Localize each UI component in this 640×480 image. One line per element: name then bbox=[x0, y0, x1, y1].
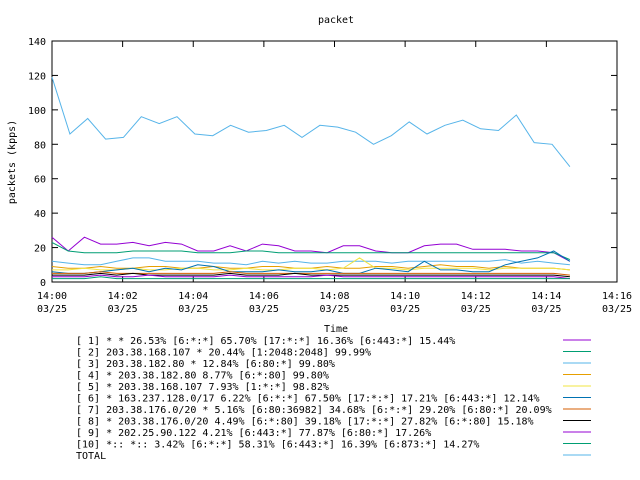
x-tick-label: 14:08 bbox=[319, 291, 349, 302]
legend-entry-label: [10] *:: *:: 3.42% [6:*:*] 58.31% [6:443… bbox=[76, 440, 479, 451]
x-tick-date-label: 03/25 bbox=[461, 304, 491, 315]
series-line-9 bbox=[52, 274, 570, 280]
legend-entry-label: TOTAL bbox=[76, 451, 106, 462]
legend-entry-label: [ 6] * 163.237.128.0/17 6.22% [6:*:*] 67… bbox=[76, 394, 540, 405]
legend-entry-label: [ 2] 203.38.168.107 * 20.44% [1:2048:204… bbox=[76, 348, 371, 359]
series-line-3 bbox=[51, 257, 570, 266]
x-tick-date-label: 03/25 bbox=[390, 304, 420, 315]
chart-title: packet bbox=[318, 15, 354, 26]
x-tick-date-label: 03/25 bbox=[531, 304, 561, 315]
x-tick-label: 14:16 bbox=[602, 291, 632, 302]
x-tick-date-label: 03/25 bbox=[319, 304, 349, 315]
x-tick-date-label: 03/25 bbox=[602, 304, 632, 315]
y-tick-label: 40 bbox=[34, 209, 46, 220]
y-tick-label: 20 bbox=[34, 244, 46, 255]
y-tick-label: 140 bbox=[28, 37, 46, 48]
legend: [ 1] * * 26.53% [6:*:*] 65.70% [17:*:*] … bbox=[76, 336, 591, 462]
x-tick-label: 14:06 bbox=[249, 291, 279, 302]
plot-frame bbox=[51, 40, 618, 283]
legend-entry-label: [ 5] * 203.38.168.107 7.93% [1:*:*] 98.8… bbox=[76, 382, 329, 393]
legend-entry-label: [ 8] * 203.38.176.0/20 4.49% [6:*:80] 39… bbox=[76, 417, 534, 428]
x-tick-label: 14:14 bbox=[531, 291, 561, 302]
x-tick-date-label: 03/25 bbox=[37, 304, 67, 315]
y-tick-label: 120 bbox=[28, 71, 46, 82]
x-tick-label: 14:04 bbox=[178, 291, 208, 302]
y-axis-label: packets (kpps) bbox=[7, 120, 18, 204]
x-tick-label: 14:02 bbox=[108, 291, 138, 302]
legend-entry-label: [ 3] 203.38.182.80 * 12.84% [6:80:*] 99.… bbox=[76, 359, 335, 370]
x-tick-label: 14:12 bbox=[461, 291, 491, 302]
x-tick-date-label: 03/25 bbox=[178, 304, 208, 315]
series-line-1 bbox=[51, 236, 571, 262]
packet-chart: packet packets (kpps) Time 0 20 40 60 80 100 1… bbox=[7, 15, 632, 462]
x-tick-label: 14:10 bbox=[390, 291, 420, 302]
series-line-11 bbox=[51, 77, 571, 168]
x-tick-date-label: 03/25 bbox=[249, 304, 279, 315]
x-tick-date-label: 03/25 bbox=[108, 304, 138, 315]
y-tick-label: 60 bbox=[34, 175, 46, 186]
legend-entry-label: [ 1] * * 26.53% [6:*:*] 65.70% [17:*:*] … bbox=[76, 336, 455, 347]
y-tick-label: 100 bbox=[28, 106, 46, 117]
y-tick-label: 80 bbox=[34, 140, 46, 151]
y-tick-label: 0 bbox=[40, 278, 46, 289]
series-line-6 bbox=[51, 250, 571, 274]
legend-entry-label: [ 7] 203.38.176.0/20 * 5.16% [6:80:36982… bbox=[76, 405, 552, 416]
series-lines bbox=[51, 77, 571, 280]
x-axis-label: Time bbox=[324, 324, 348, 335]
x-tick-label: 14:00 bbox=[37, 291, 67, 302]
series-line-8 bbox=[52, 272, 570, 278]
legend-entry-label: [ 9] * 202.25.90.122 4.21% [6:443:*] 77.… bbox=[76, 428, 431, 439]
legend-entry-label: [ 4] * 203.38.182.80 8.77% [6:*:80] 99.8… bbox=[76, 371, 329, 382]
